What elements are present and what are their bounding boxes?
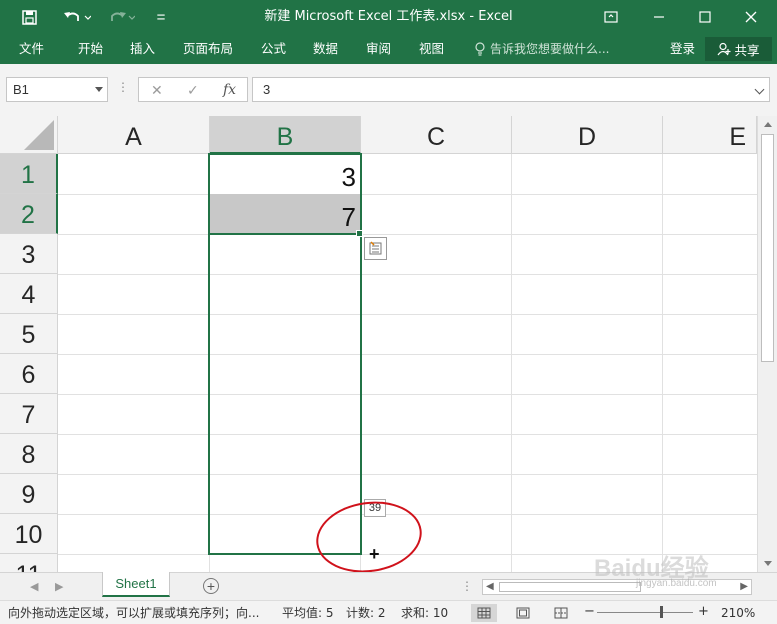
tab-view[interactable]: 视图: [419, 39, 444, 59]
row-header-9[interactable]: 9: [0, 474, 58, 514]
minimize-icon[interactable]: [636, 0, 682, 34]
grid-line: [58, 194, 757, 195]
formula-buttons: ✕ ✓ fx: [138, 77, 248, 102]
add-sheet-icon[interactable]: +: [203, 578, 219, 594]
zoom-slider-track[interactable]: [597, 612, 693, 613]
cancel-icon[interactable]: ✕: [151, 79, 163, 101]
column-header-e[interactable]: E: [663, 116, 757, 154]
lightbulb-icon: [475, 42, 485, 56]
tell-me-text: 告诉我您想要做什么...: [490, 42, 610, 56]
next-sheet-icon[interactable]: ▶: [55, 580, 63, 593]
scroll-right-icon[interactable]: ▶: [740, 581, 748, 592]
scroll-down-icon[interactable]: [764, 561, 772, 566]
share-button[interactable]: 共享: [705, 37, 772, 61]
formula-input-value: 3: [263, 82, 271, 97]
sheet-tab-sheet1[interactable]: Sheet1: [102, 572, 170, 597]
scroll-left-icon[interactable]: ◀: [486, 581, 494, 592]
share-label: 共享: [734, 42, 760, 58]
insert-function-icon[interactable]: fx: [223, 79, 236, 101]
grid-line: [58, 434, 757, 435]
login-link[interactable]: 登录: [670, 39, 695, 59]
row-header-10[interactable]: 10: [0, 514, 58, 554]
enter-icon[interactable]: ✓: [187, 79, 199, 101]
quick-analysis-icon[interactable]: [364, 237, 387, 260]
vertical-scroll-thumb[interactable]: [761, 134, 774, 362]
grid-line: [58, 274, 757, 275]
formula-bar-area: B1 ⋮ ✕ ✓ fx 3: [0, 64, 777, 116]
ribbon-display-options-icon[interactable]: [588, 0, 634, 34]
tab-file[interactable]: 文件: [19, 39, 44, 59]
status-message: 向外拖动选定区域，可以扩展或填充序列；向...: [8, 606, 260, 620]
tab-review[interactable]: 审阅: [366, 39, 391, 59]
worksheet-grid[interactable]: A B C D E 1 2 3 4 5 6 7 8 9 10 11 3 7 39…: [0, 116, 757, 572]
ribbon-tab-bar: 文件 开始 插入 页面布局 公式 数据 审阅 视图 告诉我您想要做什么... 登…: [0, 34, 777, 64]
previous-sheet-icon[interactable]: ◀: [30, 580, 38, 593]
zoom-slider-thumb[interactable]: [660, 606, 663, 618]
formula-bar-grip-icon: ⋮: [117, 80, 129, 94]
tab-home[interactable]: 开始: [78, 39, 103, 59]
row-header-6[interactable]: 6: [0, 354, 58, 394]
vertical-scrollbar[interactable]: [757, 116, 777, 572]
status-average: 平均值: 5: [282, 606, 334, 620]
grid-line: [58, 394, 757, 395]
maximize-icon[interactable]: [682, 0, 728, 34]
row-header-8[interactable]: 8: [0, 434, 58, 474]
name-box[interactable]: B1: [6, 77, 108, 102]
zoom-out-icon[interactable]: −: [584, 604, 595, 620]
selection-range-border: [208, 153, 362, 555]
row-header-4[interactable]: 4: [0, 274, 58, 314]
grid-line: [58, 474, 757, 475]
column-header-c[interactable]: C: [361, 116, 512, 154]
tab-formulas[interactable]: 公式: [261, 39, 286, 59]
grid-line: [662, 154, 663, 572]
zoom-level[interactable]: 210%: [721, 605, 755, 621]
expand-formula-bar-icon[interactable]: [754, 84, 765, 95]
grid-line: [58, 354, 757, 355]
close-icon[interactable]: [728, 0, 774, 34]
tab-data[interactable]: 数据: [313, 39, 338, 59]
status-bar: 向外拖动选定区域，可以扩展或填充序列；向... 平均值: 5 计数: 2 求和:…: [0, 600, 777, 624]
name-box-value: B1: [13, 82, 29, 97]
original-selection-line: [210, 233, 360, 235]
row-header-5[interactable]: 5: [0, 314, 58, 354]
column-header-a[interactable]: A: [58, 116, 210, 154]
formula-input[interactable]: 3: [252, 77, 770, 102]
title-bar: = 新建 Microsoft Excel 工作表.xlsx - Excel: [0, 0, 777, 34]
scroll-up-icon[interactable]: [764, 122, 772, 127]
tab-page-layout[interactable]: 页面布局: [183, 39, 233, 59]
normal-view-icon[interactable]: [471, 604, 497, 622]
grid-line: [511, 154, 512, 572]
baidu-watermark-url: jingyan.baidu.com: [636, 578, 717, 589]
column-header-b[interactable]: B: [210, 116, 361, 154]
column-header-d[interactable]: D: [512, 116, 663, 154]
tab-insert[interactable]: 插入: [130, 39, 155, 59]
row-header-1[interactable]: 1: [0, 154, 58, 194]
horizontal-scroll-thumb[interactable]: [499, 582, 641, 592]
grid-line: [58, 314, 757, 315]
person-icon: [717, 42, 731, 56]
status-sum: 求和: 10: [401, 606, 449, 620]
row-header-11[interactable]: 11: [0, 554, 58, 572]
page-layout-view-icon[interactable]: [510, 604, 536, 622]
zoom-in-icon[interactable]: +: [698, 604, 709, 620]
fill-handle[interactable]: [356, 230, 363, 237]
status-count: 计数: 2: [346, 606, 386, 620]
select-all-button[interactable]: [0, 116, 58, 154]
grid-line: [58, 234, 757, 235]
page-break-preview-icon[interactable]: [548, 604, 574, 622]
row-header-7[interactable]: 7: [0, 394, 58, 434]
row-header-3[interactable]: 3: [0, 234, 58, 274]
tell-me-search[interactable]: 告诉我您想要做什么...: [474, 39, 609, 59]
row-header-2[interactable]: 2: [0, 194, 58, 234]
name-box-dropdown-icon[interactable]: [95, 87, 103, 92]
select-all-triangle-icon: [24, 120, 54, 150]
tab-splitter-icon[interactable]: ⋮: [461, 579, 473, 593]
